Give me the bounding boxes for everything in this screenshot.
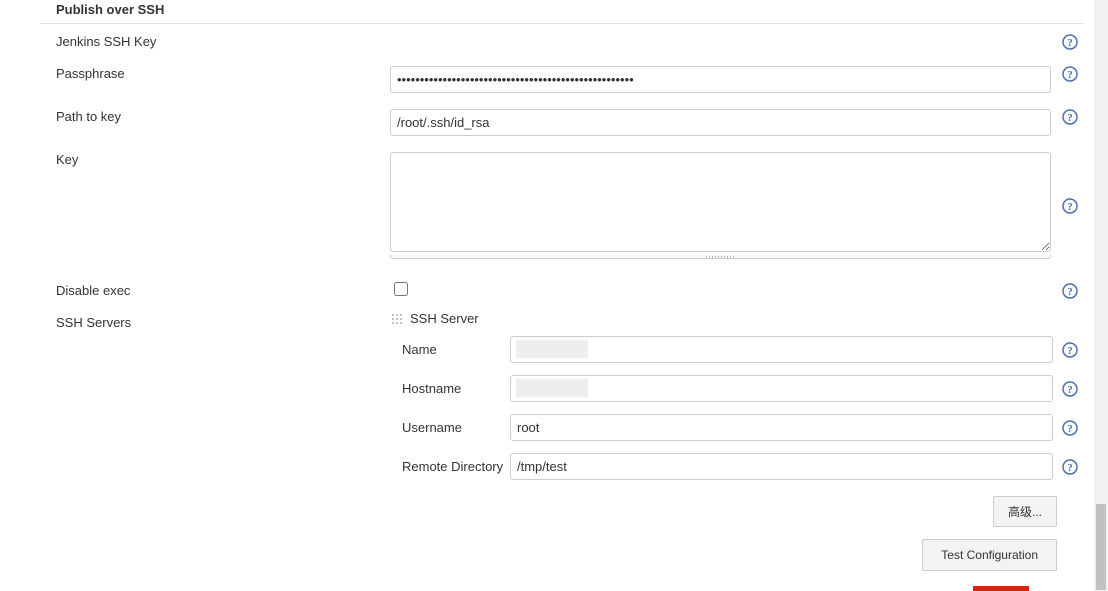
server-remote-dir-label: Remote Directory (0, 459, 510, 474)
help-icon[interactable]: ? (1062, 420, 1078, 436)
help-icon[interactable]: ? (1062, 198, 1078, 214)
svg-text:?: ? (1067, 462, 1073, 474)
svg-text:?: ? (1067, 37, 1073, 49)
ssh-server-heading: SSH Server (410, 311, 479, 326)
svg-text:?: ? (1067, 423, 1073, 435)
ssh-servers-label: SSH Servers (0, 311, 390, 330)
path-to-key-input[interactable] (390, 109, 1051, 136)
key-label: Key (0, 148, 390, 167)
svg-text:?: ? (1067, 384, 1073, 396)
test-configuration-button[interactable]: Test Configuration (922, 539, 1057, 571)
server-username-label: Username (0, 420, 510, 435)
help-icon[interactable]: ? (1062, 109, 1078, 125)
help-icon[interactable]: ? (1062, 459, 1078, 475)
svg-text:?: ? (1067, 345, 1073, 357)
disable-exec-checkbox[interactable] (394, 282, 408, 296)
advanced-button[interactable]: 高级... (993, 496, 1057, 527)
server-name-label: Name (0, 342, 510, 357)
svg-text:?: ? (1067, 201, 1073, 213)
server-username-input[interactable] (510, 414, 1053, 441)
passphrase-input[interactable] (390, 66, 1051, 93)
jenkins-ssh-key-label: Jenkins SSH Key (0, 30, 390, 49)
server-name-input[interactable] (510, 336, 1053, 363)
help-icon[interactable]: ? (1062, 342, 1078, 358)
svg-text:?: ? (1067, 112, 1073, 124)
key-textarea[interactable] (390, 152, 1051, 252)
section-title: Publish over SSH (0, 0, 1083, 23)
path-to-key-label: Path to key (0, 105, 390, 124)
svg-text:?: ? (1067, 286, 1073, 298)
resize-handle[interactable] (390, 255, 1051, 259)
passphrase-label: Passphrase (0, 62, 390, 81)
server-remote-dir-input[interactable] (510, 453, 1053, 480)
svg-text:?: ? (1067, 69, 1073, 81)
help-icon[interactable]: ? (1062, 66, 1078, 82)
scrollbar-thumb[interactable] (1096, 504, 1106, 590)
disable-exec-label: Disable exec (0, 279, 390, 298)
help-icon[interactable]: ? (1062, 34, 1078, 50)
help-icon[interactable]: ? (1062, 381, 1078, 397)
scrollbar-track[interactable] (1094, 0, 1108, 591)
drag-handle-icon[interactable] (390, 312, 404, 326)
bottom-red-bar (973, 586, 1029, 591)
help-icon[interactable]: ? (1062, 283, 1078, 299)
server-hostname-label: Hostname (0, 381, 510, 396)
server-hostname-input[interactable] (510, 375, 1053, 402)
